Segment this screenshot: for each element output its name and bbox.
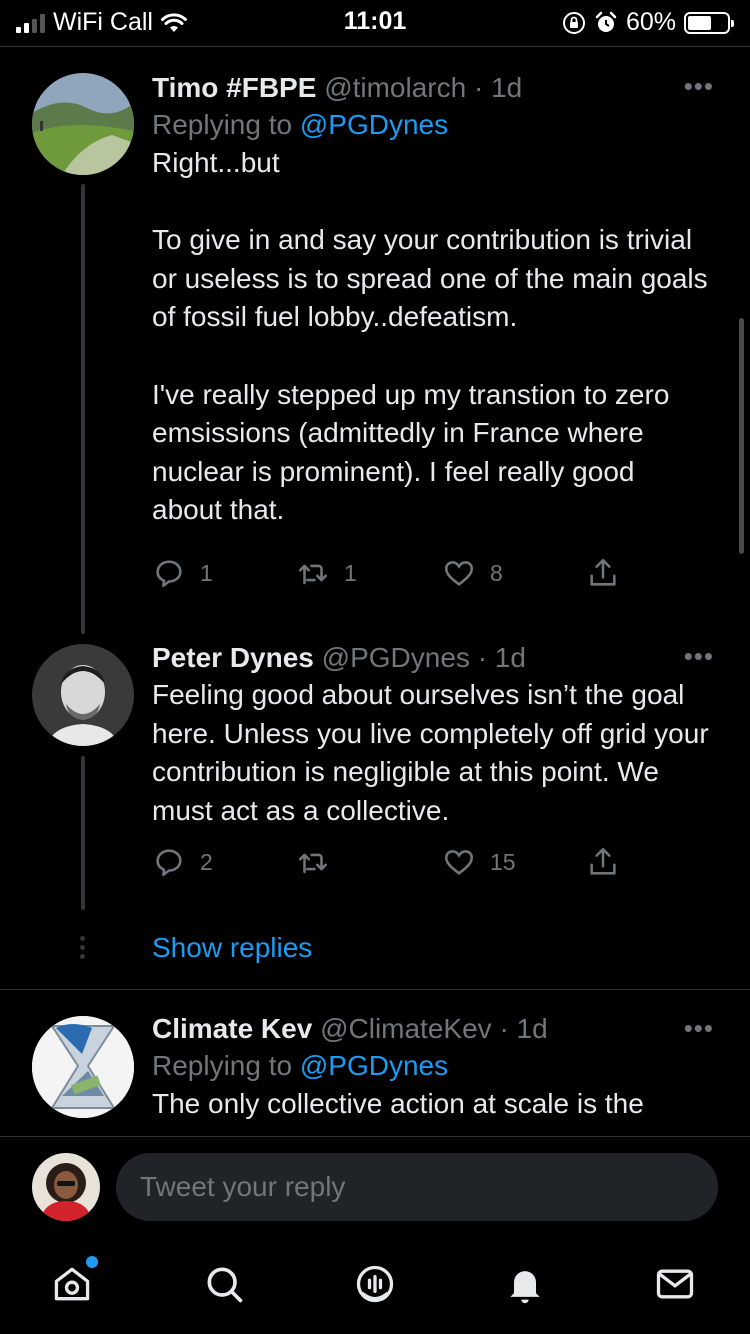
author-name[interactable]: Climate Kev (152, 1013, 312, 1044)
more-options-icon[interactable]: ••• (684, 1015, 714, 1041)
replying-label: Replying to (152, 1050, 293, 1081)
tab-spaces[interactable] (353, 1262, 397, 1306)
search-icon (207, 1267, 243, 1303)
tweet[interactable]: Climate Kev @ClimateKev · 1d Replying to… (0, 0, 750, 1136)
tab-bar (0, 1240, 750, 1334)
tab-search[interactable] (202, 1262, 246, 1306)
reply-input[interactable] (116, 1153, 718, 1221)
mention-link[interactable]: @PGDynes (300, 1050, 448, 1081)
tab-messages[interactable] (653, 1262, 697, 1306)
user-avatar[interactable] (32, 1153, 100, 1221)
messages-icon (656, 1269, 694, 1299)
tweet-text: The only collective action at scale is t… (152, 1088, 644, 1119)
notification-dot (86, 1256, 98, 1268)
avatar[interactable] (32, 1016, 134, 1118)
reply-composer (0, 1136, 750, 1240)
replying-to: Replying to @PGDynes (152, 1047, 710, 1085)
tab-home[interactable] (50, 1256, 98, 1306)
home-icon (54, 1267, 90, 1301)
scrollbar[interactable] (739, 318, 744, 554)
tweet-time: · 1d (499, 1013, 548, 1044)
author-handle[interactable]: @ClimateKev (320, 1013, 492, 1044)
spaces-icon (356, 1265, 394, 1303)
notifications-icon (510, 1271, 540, 1304)
tab-notifications[interactable] (503, 1262, 547, 1306)
